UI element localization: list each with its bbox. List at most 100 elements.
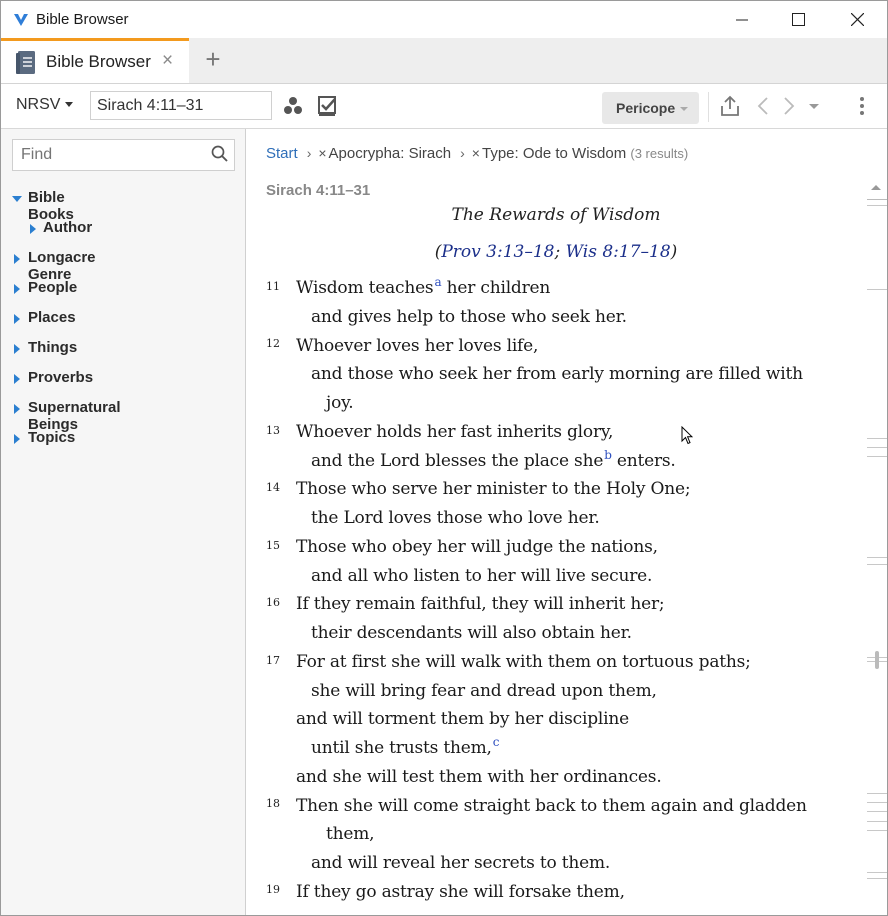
breadcrumb-start-link[interactable]: Start	[266, 145, 298, 162]
verse-number[interactable]: 15	[266, 539, 280, 552]
sidebar: Bible Books Author Longacre Genre People…	[1, 129, 246, 915]
verse-line: If they go astray she will forsake them,	[296, 882, 625, 902]
verse-text: her children	[441, 278, 551, 298]
sidebar-item-label: Longacre Genre	[28, 249, 96, 283]
collapsed-arrow-icon[interactable]	[14, 374, 20, 384]
footnote-marker[interactable]: b	[604, 448, 612, 462]
sidebar-item-label: Places	[28, 309, 76, 326]
version-dropdown[interactable]: NRSV	[16, 96, 74, 114]
remove-filter-button[interactable]: ×	[318, 145, 326, 161]
verse-line: and will torment them by her discipline	[296, 709, 629, 729]
scroll-marker	[867, 821, 887, 822]
history-dropdown-icon[interactable]	[803, 95, 825, 117]
verse-line: she will bring fear and dread upon them,	[311, 681, 657, 701]
sidebar-item-label: Topics	[28, 429, 76, 446]
maximize-icon	[791, 13, 805, 26]
collapsed-arrow-icon[interactable]	[14, 344, 20, 354]
crossref-paren: )	[670, 242, 678, 262]
cross-references: (Prov 3:13–18; Wis 8:17–18)	[246, 242, 866, 262]
verse-line: the Lord loves those who love her.	[311, 508, 600, 528]
scroll-up-icon[interactable]	[871, 185, 881, 190]
collapsed-arrow-icon[interactable]	[14, 434, 20, 444]
verse-line: Whoever holds her fast inherits glory,	[296, 422, 614, 442]
search-icon[interactable]	[211, 145, 228, 162]
scroll-marker	[867, 793, 887, 794]
tab-close-button[interactable]: ×	[162, 50, 173, 72]
verse-line: them,	[326, 824, 375, 844]
chevron-down-icon	[680, 107, 689, 112]
verse-line: and will reveal her secrets to them.	[311, 853, 611, 873]
share-icon[interactable]	[719, 95, 741, 117]
visual-filters-icon[interactable]	[317, 95, 339, 117]
scroll-marker	[867, 878, 887, 879]
more-options-icon[interactable]	[851, 95, 873, 117]
scroll-marker	[867, 205, 887, 206]
scroll-marker	[867, 802, 887, 803]
close-window-button[interactable]	[834, 1, 880, 38]
scroll-track[interactable]	[865, 179, 887, 915]
maximize-button[interactable]	[775, 1, 821, 38]
verse-line: If they remain faithful, they will inher…	[296, 594, 665, 614]
scroll-marker	[867, 438, 887, 439]
collapsed-arrow-icon[interactable]	[14, 254, 20, 264]
collapsed-arrow-icon[interactable]	[14, 284, 20, 294]
expanded-arrow-icon[interactable]	[12, 196, 22, 202]
verse-line: Those who obey her will judge the nation…	[296, 537, 658, 557]
footnote-marker[interactable]: c	[493, 735, 500, 749]
verse-line: and gives help to those who seek her.	[311, 307, 627, 327]
chevron-down-icon	[65, 102, 74, 108]
verse-number[interactable]: 16	[266, 596, 280, 609]
verse-line: and those who seek her from early mornin…	[311, 364, 803, 384]
breadcrumb: Start › × Apocrypha: Sirach › × Type: Ode to W…	[266, 145, 688, 162]
bible-browser-window: Bible Browser Bible Browser × + NRSV Sir…	[0, 0, 888, 916]
verse-number[interactable]: 17	[266, 654, 280, 667]
scroll-marker	[867, 456, 887, 457]
parallel-resources-icon[interactable]	[282, 95, 304, 117]
scroll-marker	[867, 872, 887, 873]
tab-bible-browser[interactable]: Bible Browser ×	[1, 38, 189, 83]
verse-number[interactable]: 11	[266, 280, 280, 293]
tab-strip: Bible Browser × +	[1, 38, 887, 84]
remove-filter-button[interactable]: ×	[472, 145, 480, 161]
footnote-marker[interactable]: a	[434, 275, 441, 289]
crossref-link[interactable]: Prov 3:13–18	[441, 242, 554, 262]
scroll-marker	[867, 830, 887, 831]
verse-number[interactable]: 18	[266, 797, 280, 810]
back-arrow-icon[interactable]	[753, 95, 775, 117]
verse-number[interactable]: 14	[266, 481, 280, 494]
close-icon	[850, 13, 864, 26]
sidebar-item-label: Supernatural Beings	[28, 399, 121, 433]
scroll-marker	[867, 199, 887, 200]
verse-number[interactable]: 13	[266, 424, 280, 437]
verse-number[interactable]: 19	[266, 883, 280, 896]
results-count: (3 results)	[630, 146, 689, 161]
scroll-thumb[interactable]	[875, 651, 879, 669]
minimize-button[interactable]	[719, 1, 765, 38]
collapsed-arrow-icon[interactable]	[14, 404, 20, 414]
document-icon	[16, 51, 35, 74]
tab-label: Bible Browser	[46, 52, 151, 71]
verse-text: and the Lord blesses the place she	[311, 451, 604, 471]
crossref-link[interactable]: Wis 8:17–18	[566, 242, 671, 262]
version-label: NRSV	[16, 96, 61, 113]
section-heading: The Rewards of Wisdom	[451, 205, 661, 225]
new-tab-button[interactable]: +	[201, 44, 225, 74]
sidebar-item-label: Bible Books	[28, 189, 74, 223]
toolbar-divider	[708, 92, 709, 122]
collapsed-arrow-icon[interactable]	[14, 314, 20, 324]
breadcrumb-filter-sirach[interactable]: Apocrypha: Sirach	[329, 145, 452, 162]
verse-line: Then she will come straight back to them…	[296, 796, 807, 816]
verse-text: until she trusts them,	[311, 738, 492, 758]
verse-line: For at first she will walk with them on …	[296, 652, 751, 672]
verse-line: and all who listen to her will live secu…	[311, 566, 653, 586]
breadcrumb-filter-ode-to-wisdom[interactable]: Type: Ode to Wisdom	[482, 145, 626, 162]
pericope-label: Pericope	[616, 100, 676, 116]
find-input[interactable]	[12, 139, 235, 171]
collapsed-arrow-icon[interactable]	[30, 224, 36, 234]
pericope-dropdown[interactable]: Pericope	[602, 92, 699, 124]
mouse-cursor-icon	[681, 426, 693, 445]
scroll-marker	[867, 564, 887, 565]
reference-input[interactable]	[90, 91, 272, 120]
forward-arrow-icon[interactable]	[777, 95, 799, 117]
verse-number[interactable]: 12	[266, 337, 280, 350]
